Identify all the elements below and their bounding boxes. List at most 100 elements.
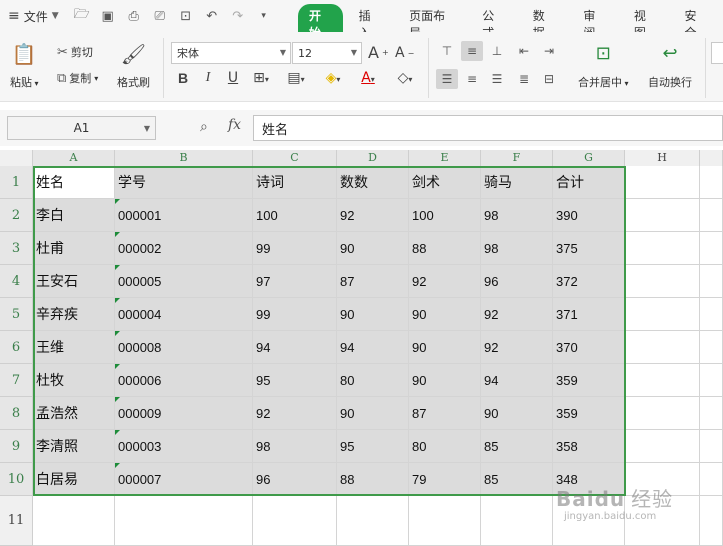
cell-e9[interactable]: 80	[409, 430, 481, 463]
cell-d10[interactable]: 88	[337, 463, 409, 496]
cell-d9[interactable]: 95	[337, 430, 409, 463]
cell-i7[interactable]	[700, 364, 723, 397]
cell-c6[interactable]: 94	[253, 331, 337, 364]
align-middle-icon[interactable]: ≡	[461, 41, 483, 61]
align-center-icon[interactable]: ≡	[461, 69, 483, 89]
cell-g4[interactable]: 372	[553, 265, 625, 298]
menu-icon[interactable]: ≡	[8, 8, 20, 24]
cell-d3[interactable]: 90	[337, 232, 409, 265]
cell-c8[interactable]: 92	[253, 397, 337, 430]
cell-e1[interactable]: 剑术	[409, 166, 481, 199]
cell-a11[interactable]	[33, 496, 115, 546]
cell-h8[interactable]	[625, 397, 700, 430]
cell-c10[interactable]: 96	[253, 463, 337, 496]
align-top-icon[interactable]: ⊤	[436, 41, 458, 61]
row-header-7[interactable]: 7	[0, 364, 33, 397]
row-header-11[interactable]: 11	[0, 496, 33, 546]
cell-g3[interactable]: 375	[553, 232, 625, 265]
cell-e2[interactable]: 100	[409, 199, 481, 232]
decrease-indent-icon[interactable]: ⇤	[513, 41, 535, 61]
font-name-select[interactable]: 宋体 ▼	[171, 42, 291, 64]
cell-f1[interactable]: 骑马	[481, 166, 553, 199]
cell-c5[interactable]: 99	[253, 298, 337, 331]
distributed-icon[interactable]: ⊟	[538, 69, 560, 89]
underline-icon[interactable]: U	[222, 70, 244, 86]
cell-e6[interactable]: 90	[409, 331, 481, 364]
align-bottom-icon[interactable]: ⊥	[486, 41, 508, 61]
cell-d8[interactable]: 90	[337, 397, 409, 430]
cell-b10[interactable]: 000007	[115, 463, 253, 496]
cell-e8[interactable]: 87	[409, 397, 481, 430]
cell-f3[interactable]: 98	[481, 232, 553, 265]
customize-toolbar-icon[interactable]: ▾	[255, 11, 273, 21]
cell-f7[interactable]: 94	[481, 364, 553, 397]
row-header-4[interactable]: 4	[0, 265, 33, 298]
merge-center-button[interactable]: ⊡ 合并居中 ▾	[578, 42, 629, 90]
cell-h9[interactable]	[625, 430, 700, 463]
name-box[interactable]: A1 ▼	[7, 116, 156, 140]
cell-a10[interactable]: 白居易	[33, 463, 115, 496]
cell-f4[interactable]: 96	[481, 265, 553, 298]
decrease-font-icon[interactable]: A −	[395, 45, 414, 61]
column-header-f[interactable]: F	[481, 150, 553, 167]
cell-c11[interactable]	[253, 496, 337, 546]
row-header-3[interactable]: 3	[0, 232, 33, 265]
cell-d7[interactable]: 80	[337, 364, 409, 397]
copy-button[interactable]: ⧉ 复制 ▾	[57, 70, 98, 86]
cell-b11[interactable]	[115, 496, 253, 546]
cell-d4[interactable]: 87	[337, 265, 409, 298]
cell-i5[interactable]	[700, 298, 723, 331]
cell-h7[interactable]	[625, 364, 700, 397]
zoom-icon[interactable]: ⌕	[200, 119, 208, 135]
cell-e11[interactable]	[409, 496, 481, 546]
cell-g8[interactable]: 359	[553, 397, 625, 430]
redo-icon[interactable]: ↷	[229, 9, 247, 24]
cell-b6[interactable]: 000008	[115, 331, 253, 364]
cell-a3[interactable]: 杜甫	[33, 232, 115, 265]
open-folder-icon[interactable]: 🗁	[73, 5, 91, 27]
cell-i3[interactable]	[700, 232, 723, 265]
column-header-h[interactable]: H	[625, 150, 700, 167]
cell-g5[interactable]: 371	[553, 298, 625, 331]
cell-f8[interactable]: 90	[481, 397, 553, 430]
cell-e4[interactable]: 92	[409, 265, 481, 298]
cell-i4[interactable]	[700, 265, 723, 298]
font-size-select[interactable]: 12 ▼	[292, 42, 362, 64]
cell-c7[interactable]: 95	[253, 364, 337, 397]
cell-g7[interactable]: 359	[553, 364, 625, 397]
cell-g2[interactable]: 390	[553, 199, 625, 232]
print-icon[interactable]: ⎚	[151, 9, 169, 24]
cell-a1[interactable]: 姓名	[33, 166, 115, 199]
number-format-select[interactable]	[711, 42, 723, 64]
cell-h3[interactable]	[625, 232, 700, 265]
cell-c3[interactable]: 99	[253, 232, 337, 265]
cell-c2[interactable]: 100	[253, 199, 337, 232]
column-header-g[interactable]: G	[553, 150, 625, 167]
cell-d1[interactable]: 数数	[337, 166, 409, 199]
cell-d11[interactable]	[337, 496, 409, 546]
cell-a5[interactable]: 辛弃疾	[33, 298, 115, 331]
cell-g1[interactable]: 合计	[553, 166, 625, 199]
cell-f2[interactable]: 98	[481, 199, 553, 232]
cell-a2[interactable]: 李白	[33, 199, 115, 232]
clear-format-icon[interactable]: ◇▾	[394, 70, 416, 86]
bold-icon[interactable]: B	[172, 70, 194, 86]
row-header-5[interactable]: 5	[0, 298, 33, 331]
column-header-b[interactable]: B	[115, 150, 253, 167]
column-header-a[interactable]: A	[33, 150, 115, 167]
cell-b1[interactable]: 学号	[115, 166, 253, 199]
cell-i8[interactable]	[700, 397, 723, 430]
select-all-corner[interactable]	[0, 150, 33, 167]
cell-b4[interactable]: 000005	[115, 265, 253, 298]
fill-color-icon[interactable]: ◈▾	[322, 70, 344, 86]
italic-icon[interactable]: I	[197, 70, 219, 86]
print-preview-icon[interactable]: ⊡	[177, 9, 195, 24]
cell-h4[interactable]	[625, 265, 700, 298]
export-pdf-icon[interactable]: ⎙	[125, 9, 143, 24]
column-header-d[interactable]: D	[337, 150, 409, 167]
row-header-10[interactable]: 10	[0, 463, 33, 496]
fx-label[interactable]: fx	[228, 117, 241, 133]
cell-b8[interactable]: 000009	[115, 397, 253, 430]
cell-f10[interactable]: 85	[481, 463, 553, 496]
cell-e5[interactable]: 90	[409, 298, 481, 331]
